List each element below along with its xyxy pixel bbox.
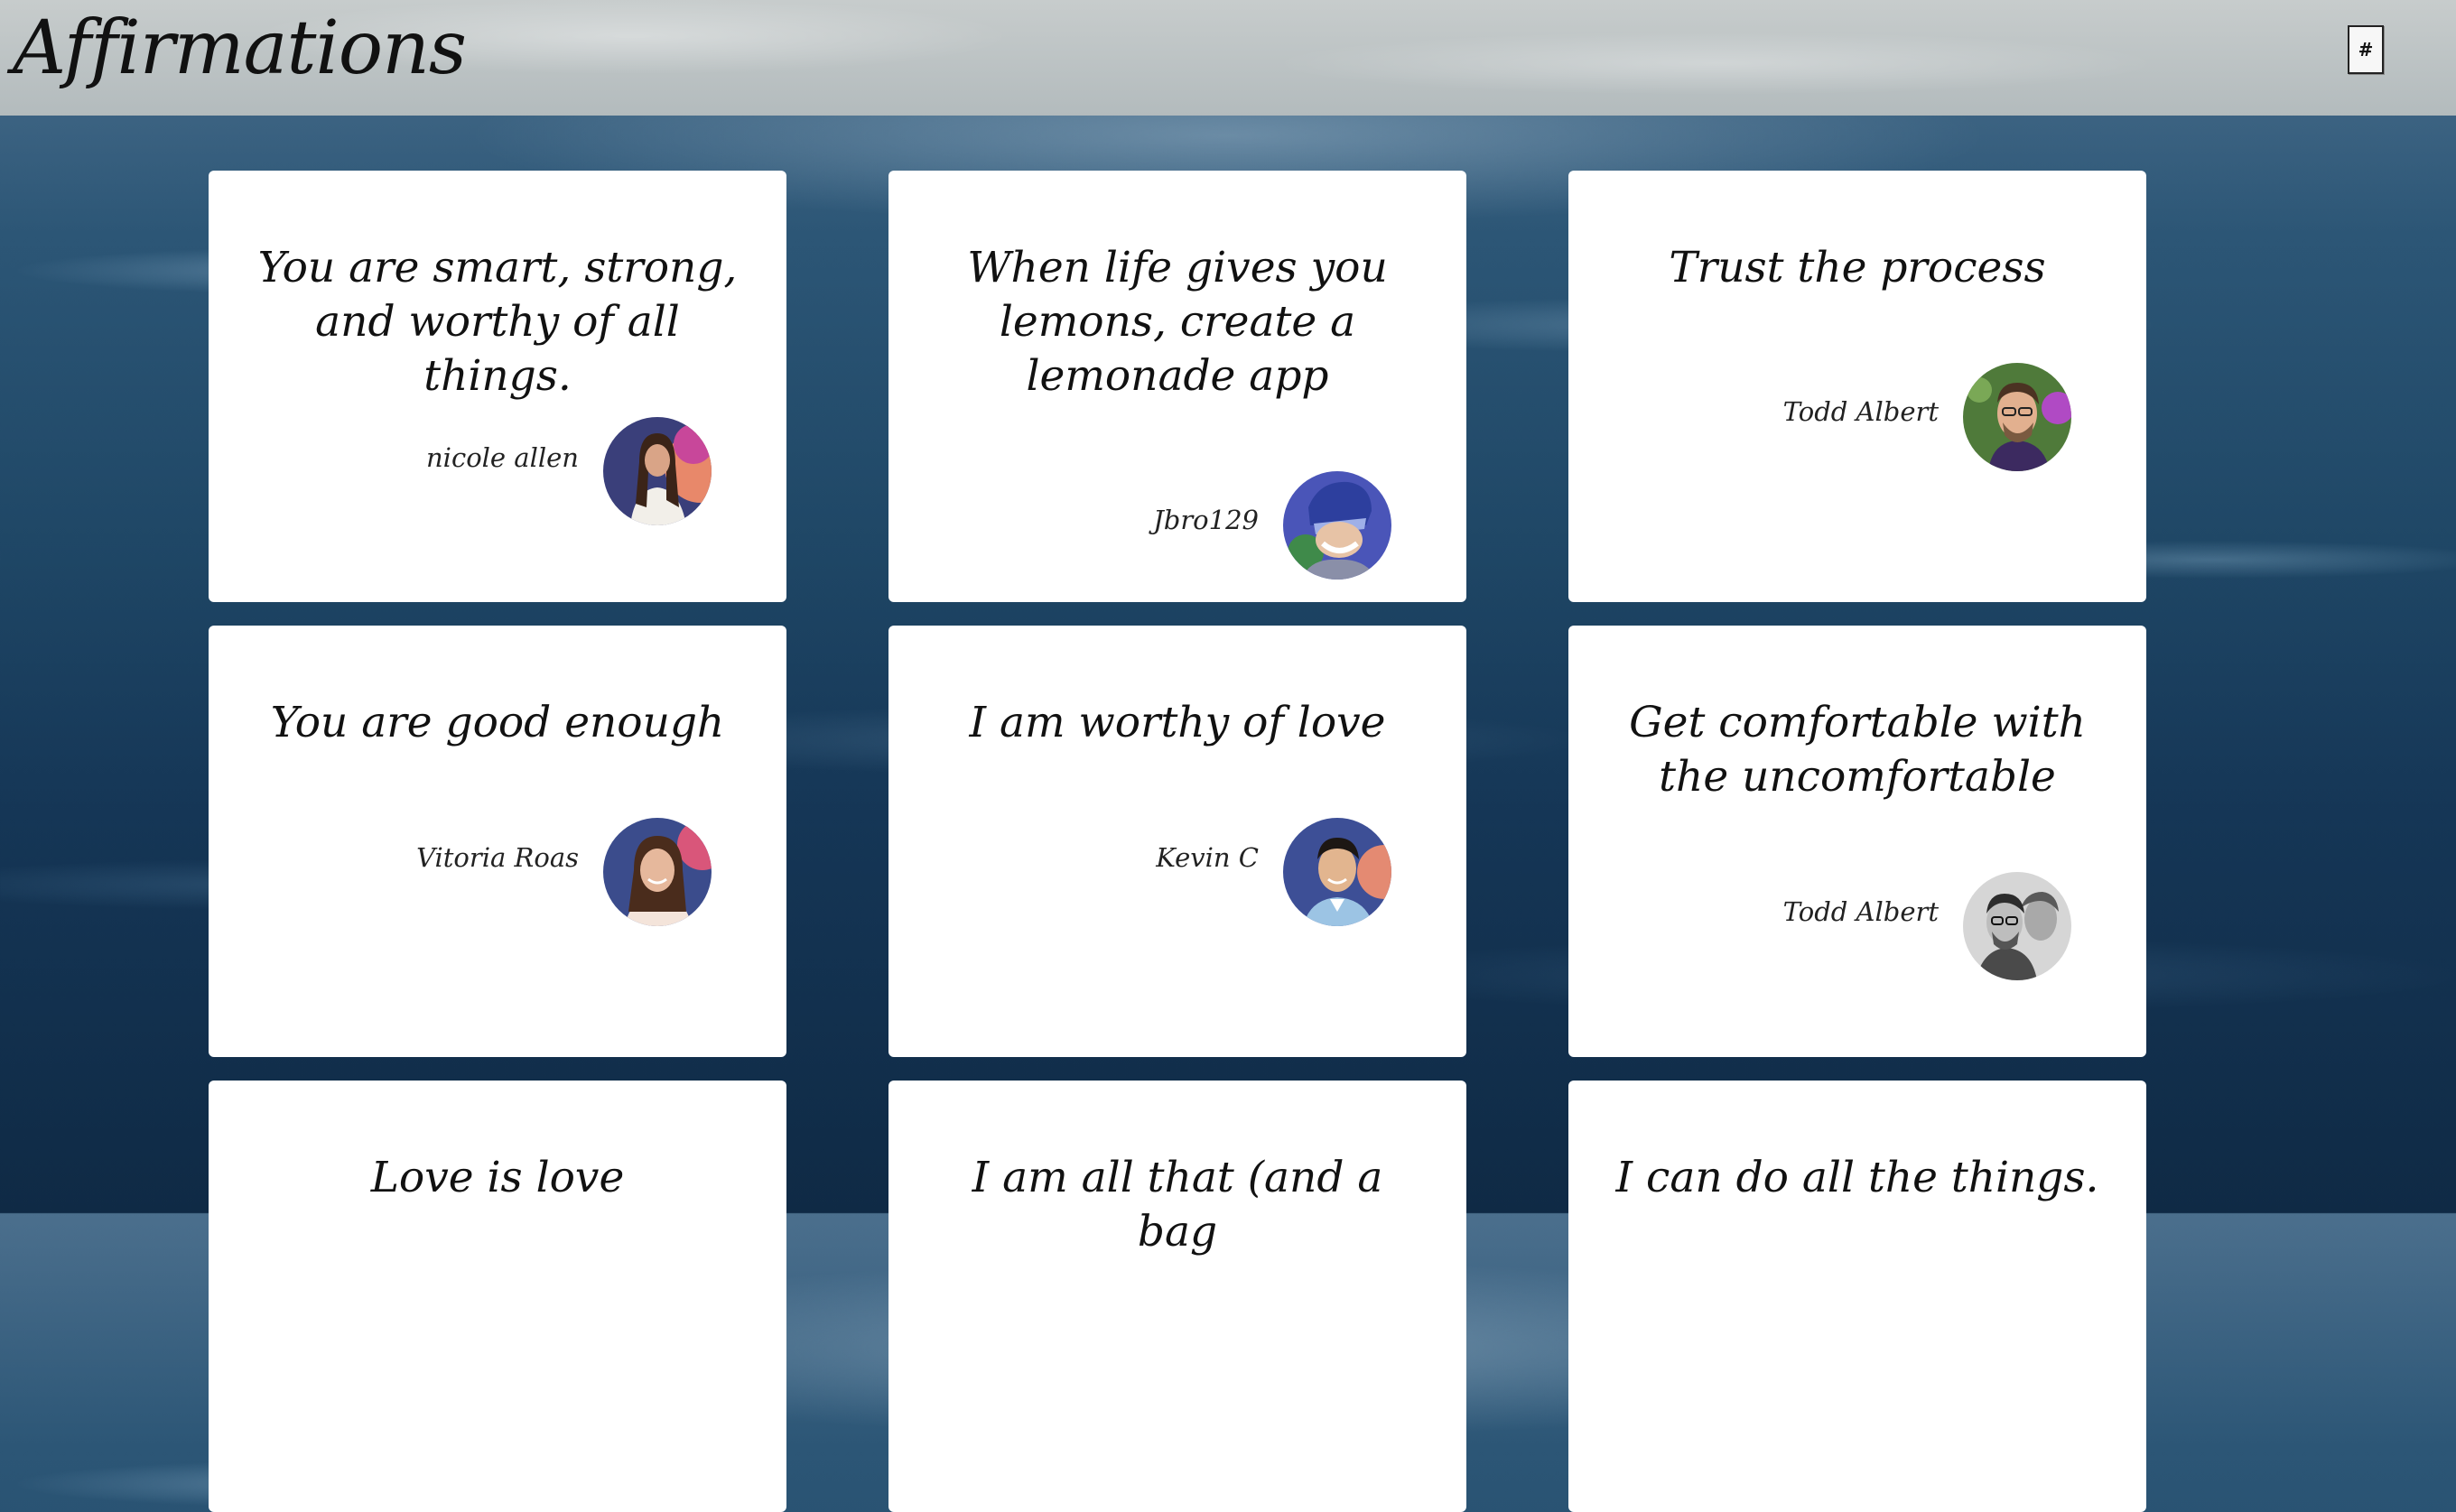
affirmation-quote: I am worthy of love xyxy=(969,698,1386,747)
affirmation-quote: Get comfortable with the uncomfortable xyxy=(1629,698,2086,802)
author-avatar xyxy=(1283,471,1391,580)
affirmation-card[interactable]: Trust the process Todd Albert xyxy=(1568,171,2146,602)
affirmation-card[interactable]: Get comfortable with the uncomfortable T… xyxy=(1568,626,2146,1057)
affirmation-card[interactable]: You are good enough Vitoria Roas xyxy=(209,626,786,1057)
affirmation-quote: You are smart, strong, and worthy of all… xyxy=(257,243,738,401)
affirmation-quote: I am all that (and a bag xyxy=(972,1153,1383,1257)
author-name: Kevin C xyxy=(1156,842,1259,873)
author-avatar xyxy=(1283,818,1391,926)
affirmation-card[interactable]: I can do all the things. xyxy=(1568,1081,2146,1512)
author-name: Todd Albert xyxy=(1782,896,1939,927)
affirmation-quote: Trust the process xyxy=(1669,243,2046,292)
author-name: Jbro129 xyxy=(1153,505,1259,535)
author-name: nicole allen xyxy=(426,442,579,473)
app-header: Affirmations # xyxy=(0,0,2456,116)
affirmation-card[interactable]: You are smart, strong, and worthy of all… xyxy=(209,171,786,602)
author-avatar xyxy=(1963,872,2071,980)
affirmation-card[interactable]: I am all that (and a bag xyxy=(888,1081,1466,1512)
affirmation-card[interactable]: I am worthy of love Kevin C xyxy=(888,626,1466,1057)
affirmation-quote: When life gives you lemons, create a lem… xyxy=(967,243,1388,401)
author-name: Vitoria Roas xyxy=(416,842,579,873)
affirmation-quote: I can do all the things. xyxy=(1615,1153,2099,1202)
affirmation-quote: Love is love xyxy=(370,1153,625,1202)
author-name: Todd Albert xyxy=(1782,396,1939,427)
author-avatar xyxy=(603,818,712,926)
affirmation-card[interactable]: Love is love xyxy=(209,1081,786,1512)
menu-button[interactable]: # xyxy=(2348,25,2384,74)
app-title: Affirmations xyxy=(13,5,467,91)
affirmation-quote: You are good enough xyxy=(270,698,725,747)
affirmation-card[interactable]: When life gives you lemons, create a lem… xyxy=(888,171,1466,602)
author-avatar xyxy=(1963,363,2071,471)
author-avatar xyxy=(603,417,712,525)
